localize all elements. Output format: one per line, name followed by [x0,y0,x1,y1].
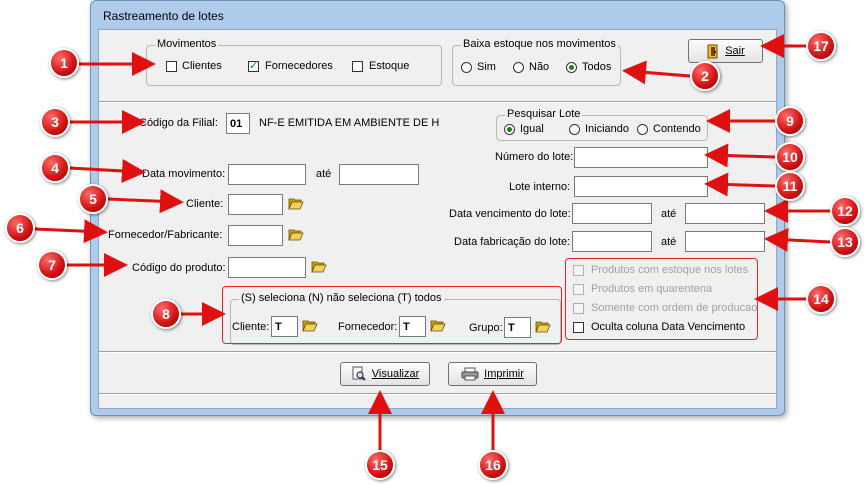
arrow-13 [764,227,831,252]
arrow-4 [69,158,146,183]
marker-2: 2 [690,61,720,91]
annotation-arrows [34,34,831,450]
marker-1: 1 [49,48,79,78]
marker-6: 6 [5,213,35,243]
marker-15: 15 [365,450,395,480]
marker-10: 10 [775,142,805,172]
arrow-11 [704,172,776,197]
marker-9: 9 [775,106,805,136]
marker-16: 16 [478,450,508,480]
marker-17: 17 [806,31,836,61]
arrow-5 [107,189,184,214]
marker-4: 4 [40,153,70,183]
marker-8: 8 [151,299,181,329]
marker-3: 3 [40,107,70,137]
marker-14: 14 [806,284,836,314]
marker-7: 7 [37,250,67,280]
marker-12: 12 [830,196,860,226]
marker-13: 13 [830,227,860,257]
arrow-6 [34,219,108,244]
arrow-10 [704,143,776,168]
marker-5: 5 [78,184,108,214]
arrow-2 [622,60,691,85]
marker-11: 11 [775,171,805,201]
